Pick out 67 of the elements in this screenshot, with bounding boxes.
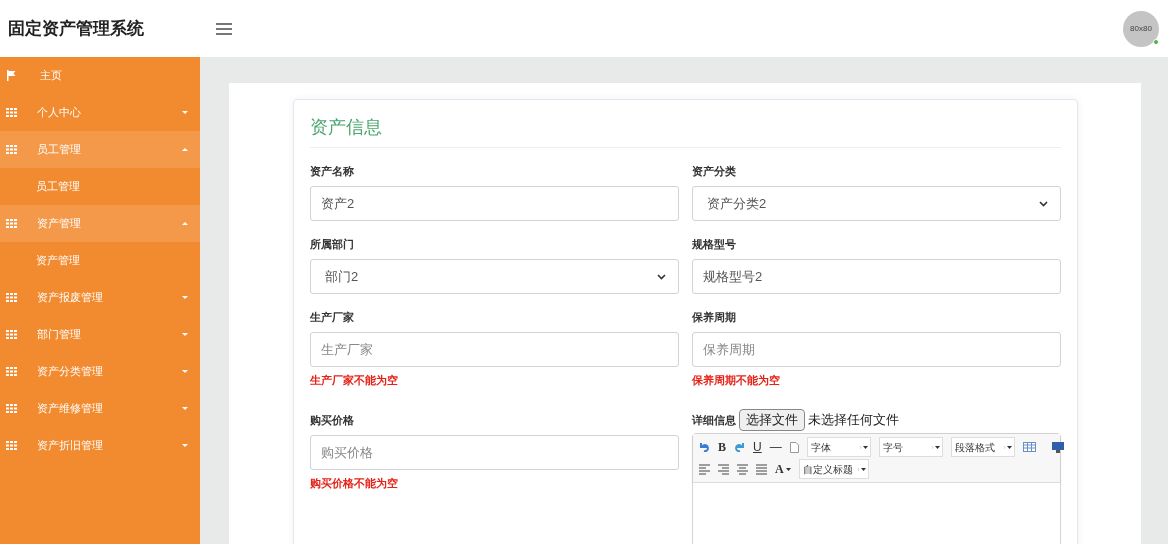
monitor-icon[interactable] [1051,441,1064,453]
field-label: 购买价格 [310,413,355,427]
chevron-down-icon [1039,200,1048,207]
input-field[interactable]: 保养周期 [692,332,1061,367]
dropdown[interactable]: 字体 [806,437,871,457]
chevron-down-icon [657,273,666,280]
align-center-icon[interactable] [737,463,748,475]
menu-icon[interactable] [216,22,232,35]
caret-down-icon [182,444,188,447]
horizontal-rule-button[interactable]: — [769,438,782,456]
grid-icon [6,404,17,413]
input-field[interactable]: 资产2 [310,186,679,221]
avatar-text: 80x80 [1130,22,1152,35]
error-message: 保养周期不能为空 [692,373,781,387]
caret-down-icon [1006,445,1012,449]
input-field[interactable]: 规格型号2 [692,259,1061,294]
dropdown[interactable]: 自定义标题 [798,459,869,479]
field-label: 所属部门 [310,237,355,251]
field-label: 规格型号 [692,237,737,251]
grid-icon [6,441,17,450]
caret-down-icon [862,445,868,449]
page-icon[interactable] [789,441,799,453]
grid-icon [6,219,17,228]
caret-up-icon [182,222,188,225]
field-label: 资产名称 [310,164,355,178]
font-color-button[interactable]: A [775,460,791,478]
select-field[interactable]: 资产分类2 [692,186,1061,221]
grid-icon [6,367,17,376]
field-label: 详细信息 [692,412,736,428]
flag-icon [6,70,17,81]
field-label: 生产厂家 [310,310,355,324]
table-icon[interactable] [1022,442,1036,452]
error-message: 生产厂家不能为空 [310,373,399,387]
justify-icon[interactable] [756,463,767,475]
input-field[interactable]: 生产厂家 [310,332,679,367]
bold-button[interactable]: B [718,438,726,456]
field-label: 资产分类 [692,164,737,178]
file-button[interactable]: 选择文件 [739,409,805,431]
caret-down-icon [182,296,188,299]
caret-down-icon [182,333,188,336]
caret-down-icon [860,467,866,471]
file-status: 未选择任何文件 [808,411,899,430]
grid-icon [6,145,17,154]
grid-icon [6,293,17,302]
caret-up-icon [182,148,188,151]
align-left-icon[interactable] [699,463,710,475]
dropdown[interactable]: 字号 [878,437,943,457]
app-title: 固定资产管理系统 [7,17,145,40]
undo-icon[interactable] [699,442,710,452]
redo-icon[interactable] [734,442,745,452]
caret-down-icon [785,467,791,471]
error-message: 购买价格不能为空 [310,476,399,490]
caret-down-icon [182,370,188,373]
align-right-icon[interactable] [718,463,729,475]
grid-icon [6,108,17,117]
rich-text-editor[interactable]: B U — 字体 字号 段落格式 A 自定义标题 [692,433,1061,544]
input-field[interactable]: 购买价格 [310,435,679,470]
caret-down-icon [934,445,940,449]
caret-down-icon [182,111,188,114]
grid-icon [6,330,17,339]
underline-button[interactable]: U [753,438,762,456]
dropdown[interactable]: 段落格式 [950,437,1015,457]
select-field[interactable]: 部门2 [310,259,679,294]
field-label: 保养周期 [692,310,737,324]
caret-down-icon [182,407,188,410]
form-title: 资产信息 [310,114,1061,148]
avatar[interactable]: 80x80 [1123,10,1159,47]
